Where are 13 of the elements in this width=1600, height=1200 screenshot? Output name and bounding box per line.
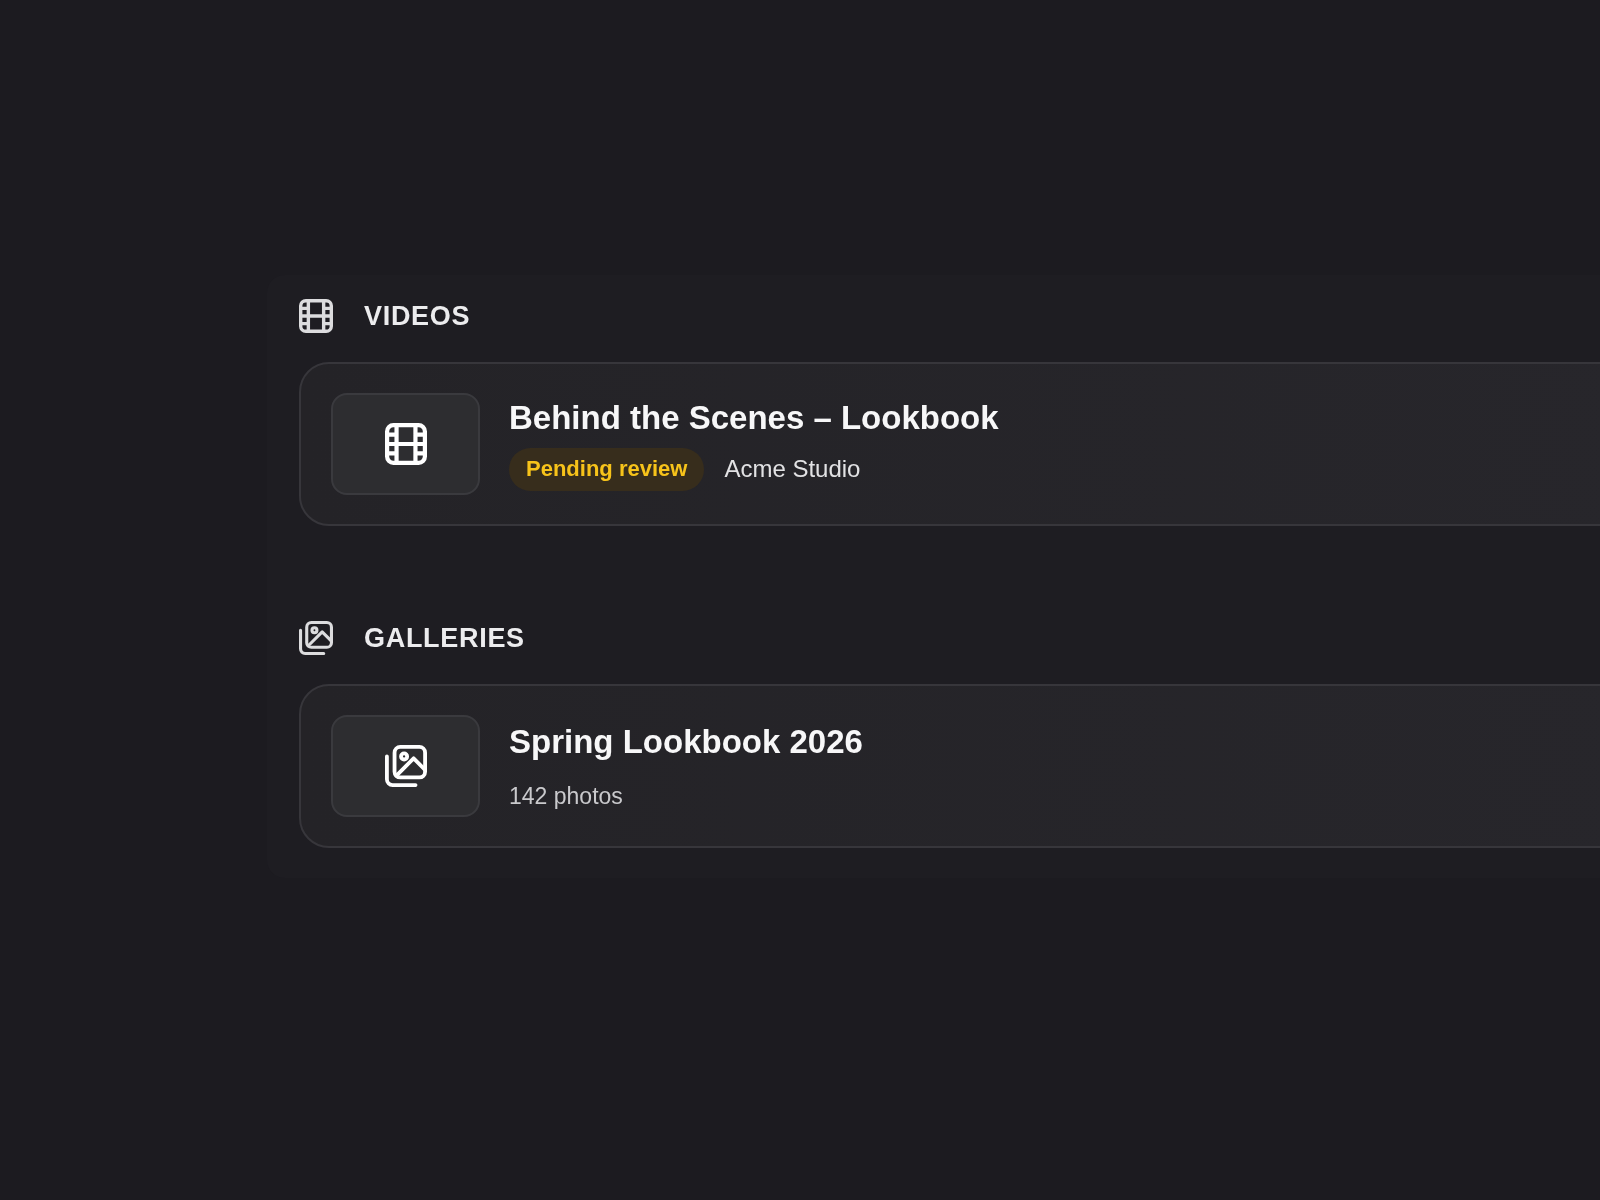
section-heading: GALLERIES bbox=[364, 622, 525, 655]
film-icon bbox=[299, 299, 333, 333]
film-icon bbox=[384, 423, 427, 465]
item-title: Spring Lookbook 2026 bbox=[509, 722, 863, 762]
section-heading: VIDEOS bbox=[364, 300, 471, 333]
status-badge: Pending review bbox=[509, 447, 705, 491]
gallery-card[interactable]: Spring Lookbook 2026 142 photos bbox=[299, 684, 1600, 848]
video-card[interactable]: Behind the Scenes – Lookbook Pending review Acme Studio bbox=[299, 362, 1600, 526]
images-icon bbox=[384, 745, 427, 787]
item-owner: Acme Studio bbox=[724, 455, 861, 483]
images-icon bbox=[299, 621, 333, 655]
item-count: 142 photos bbox=[509, 782, 623, 810]
item-title: Behind the Scenes – Lookbook bbox=[509, 397, 999, 438]
